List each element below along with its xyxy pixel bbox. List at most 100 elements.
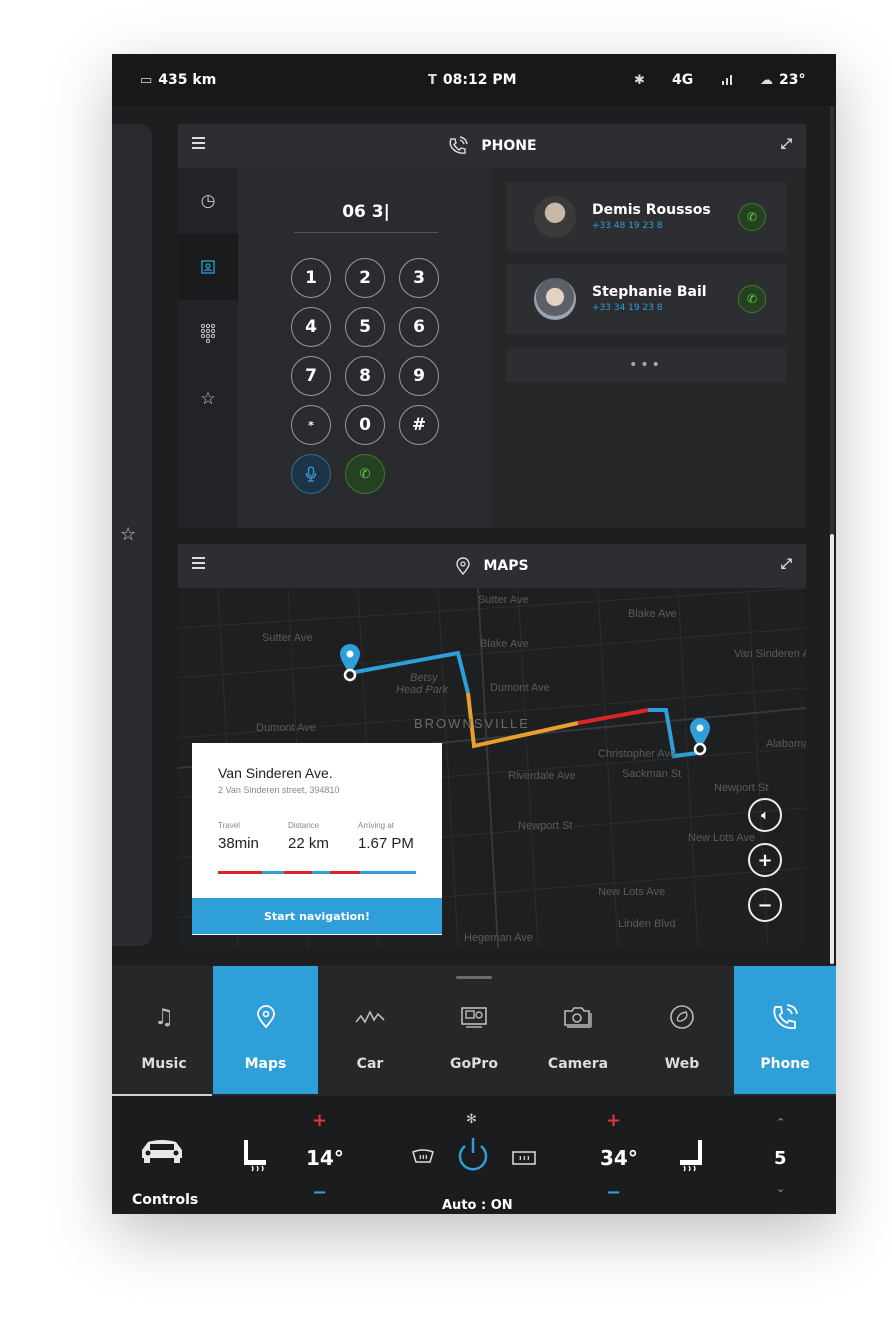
dock-item-car[interactable]: Car bbox=[318, 966, 422, 1094]
key-9[interactable]: 9 bbox=[399, 356, 439, 396]
key-3[interactable]: 3 bbox=[399, 258, 439, 298]
car-icon[interactable] bbox=[138, 1136, 186, 1170]
call-button[interactable]: ✆ bbox=[345, 454, 385, 494]
dock-item-gopro[interactable]: GoPro bbox=[422, 966, 526, 1094]
expand-icon[interactable]: ⤢ bbox=[781, 556, 792, 572]
phone-tabs: ◷ ☆ bbox=[178, 168, 238, 528]
dialer: 06 3| 1 2 3 4 5 6 7 8 9 * 0 # ✆ bbox=[238, 168, 492, 528]
call-contact-button[interactable]: ✆ bbox=[738, 203, 766, 231]
zoom-in-button[interactable]: + bbox=[748, 843, 782, 877]
key-7[interactable]: 7 bbox=[291, 356, 331, 396]
key-5[interactable]: 5 bbox=[345, 307, 385, 347]
more-contacts-button[interactable]: ••• bbox=[506, 348, 786, 382]
star-icon: ☆ bbox=[200, 389, 216, 409]
expand-icon[interactable]: ⤢ bbox=[781, 136, 792, 152]
bluetooth-icon[interactable]: ✱ bbox=[634, 73, 645, 88]
distance-label: Distance bbox=[288, 821, 320, 830]
zoom-out-button[interactable]: − bbox=[748, 888, 782, 922]
tab-contacts[interactable] bbox=[178, 234, 238, 300]
neighborhood-label: BROWNSVILLE bbox=[414, 716, 530, 731]
map-pin-icon bbox=[256, 1002, 276, 1032]
dock-label: Phone bbox=[760, 1056, 810, 1072]
contact-item[interactable]: Demis Roussos +33 48 19 23 8 ✆ bbox=[506, 182, 786, 252]
app-dock: ♫ Music Maps Car GoPro Camera Web Phone bbox=[112, 966, 836, 1096]
volume-button[interactable]: 🔈︎ bbox=[748, 798, 782, 832]
clock: T 08:12 PM bbox=[428, 72, 517, 88]
tesla-logo-icon: T bbox=[428, 72, 437, 88]
fan-up-button[interactable]: ⌃ bbox=[776, 1116, 785, 1129]
start-navigation-button[interactable]: Start navigation! bbox=[192, 898, 442, 934]
phone-icon bbox=[449, 136, 469, 154]
call-icon: ✆ bbox=[746, 210, 758, 224]
key-8[interactable]: 8 bbox=[345, 356, 385, 396]
dock-item-music[interactable]: ♫ Music bbox=[112, 966, 216, 1094]
tab-recents[interactable]: ◷ bbox=[178, 168, 238, 234]
street-label: Blake Ave bbox=[480, 638, 529, 650]
fan-down-button[interactable]: ⌄ bbox=[776, 1182, 785, 1195]
menu-icon[interactable] bbox=[192, 557, 205, 569]
key-4[interactable]: 4 bbox=[291, 307, 331, 347]
dock-item-phone[interactable]: Phone bbox=[734, 966, 836, 1094]
gopro-icon bbox=[460, 1002, 488, 1032]
fan-speed-value: 5 bbox=[774, 1148, 787, 1169]
clock-icon: ◷ bbox=[200, 191, 216, 211]
street-label: Alabama Ave bbox=[766, 738, 806, 750]
key-1[interactable]: 1 bbox=[291, 258, 331, 298]
key-star[interactable]: * bbox=[291, 405, 331, 445]
contacts-list: Demis Roussos +33 48 19 23 8 ✆ Stephanie… bbox=[492, 168, 806, 528]
left-temp-down-button[interactable]: − bbox=[312, 1182, 327, 1203]
front-defrost-icon[interactable] bbox=[412, 1148, 434, 1168]
side-panel[interactable]: ☆ bbox=[112, 124, 152, 946]
right-seat-heat-icon[interactable] bbox=[676, 1138, 706, 1176]
map-view[interactable]: Sutter Ave Sutter Ave Blake Ave Blake Av… bbox=[178, 588, 806, 948]
auto-mode-label: Auto : ON bbox=[442, 1198, 513, 1213]
dock-item-camera[interactable]: Camera bbox=[526, 966, 630, 1094]
destination-pin-icon[interactable] bbox=[690, 718, 710, 756]
scrollbar-thumb[interactable] bbox=[830, 534, 834, 964]
key-2[interactable]: 2 bbox=[345, 258, 385, 298]
key-hash[interactable]: # bbox=[399, 405, 439, 445]
maps-header: MAPS ⤢ bbox=[178, 544, 806, 588]
menu-icon[interactable] bbox=[192, 137, 205, 149]
dock-item-web[interactable]: Web bbox=[630, 966, 734, 1094]
park-label: Betsy bbox=[410, 672, 438, 684]
time-value: 08:12 PM bbox=[442, 72, 517, 88]
left-seat-heat-icon[interactable] bbox=[240, 1138, 270, 1176]
tab-keypad[interactable] bbox=[178, 300, 238, 366]
right-temp-up-button[interactable]: + bbox=[606, 1110, 621, 1131]
street-label: Riverdale Ave bbox=[508, 770, 576, 782]
controls-label: Controls bbox=[132, 1192, 199, 1208]
power-button[interactable] bbox=[456, 1136, 490, 1176]
car-signal-icon bbox=[355, 1002, 385, 1032]
street-label: New Lots Ave bbox=[598, 886, 666, 898]
street-label: Van Sinderen Ave bbox=[734, 648, 806, 660]
signal-icon bbox=[722, 75, 734, 85]
contact-item[interactable]: Stephanie Bail +33 34 19 23 8 ✆ bbox=[506, 264, 786, 334]
start-pin-icon[interactable] bbox=[340, 644, 360, 682]
rear-defrost-icon[interactable] bbox=[512, 1150, 536, 1169]
call-icon: ✆ bbox=[359, 466, 371, 482]
left-temp-up-button[interactable]: + bbox=[312, 1110, 327, 1131]
dial-underline bbox=[294, 232, 438, 233]
camera-icon bbox=[563, 1002, 593, 1032]
call-contact-button[interactable]: ✆ bbox=[738, 285, 766, 313]
dial-input[interactable]: 06 3| bbox=[294, 202, 438, 222]
contact-name: Stephanie Bail bbox=[592, 284, 707, 300]
dock-label: Maps bbox=[244, 1056, 287, 1072]
avatar bbox=[534, 196, 576, 238]
destination-name: Van Sinderen Ave. bbox=[218, 765, 333, 781]
key-0[interactable]: 0 bbox=[345, 405, 385, 445]
arriving-value: 1.67 PM bbox=[358, 835, 414, 852]
maps-panel: MAPS ⤢ Sutter Ave Sutter Ave Blake Ave B… bbox=[178, 544, 806, 948]
dock-item-maps[interactable]: Maps bbox=[213, 966, 318, 1094]
key-6[interactable]: 6 bbox=[399, 307, 439, 347]
weather-temp: 23° bbox=[779, 72, 806, 88]
star-icon[interactable]: ☆ bbox=[120, 524, 136, 545]
travel-value: 38min bbox=[218, 835, 259, 852]
tab-favorites[interactable]: ☆ bbox=[178, 366, 238, 432]
right-temp-down-button[interactable]: − bbox=[606, 1182, 621, 1203]
street-label: Blake Ave bbox=[628, 608, 677, 620]
park-label: Head Park bbox=[396, 684, 448, 696]
voice-dial-button[interactable] bbox=[291, 454, 331, 494]
phone-panel: PHONE ⤢ ◷ ☆ 06 3| 1 2 3 4 5 6 7 8 9 * 0 … bbox=[178, 124, 806, 528]
